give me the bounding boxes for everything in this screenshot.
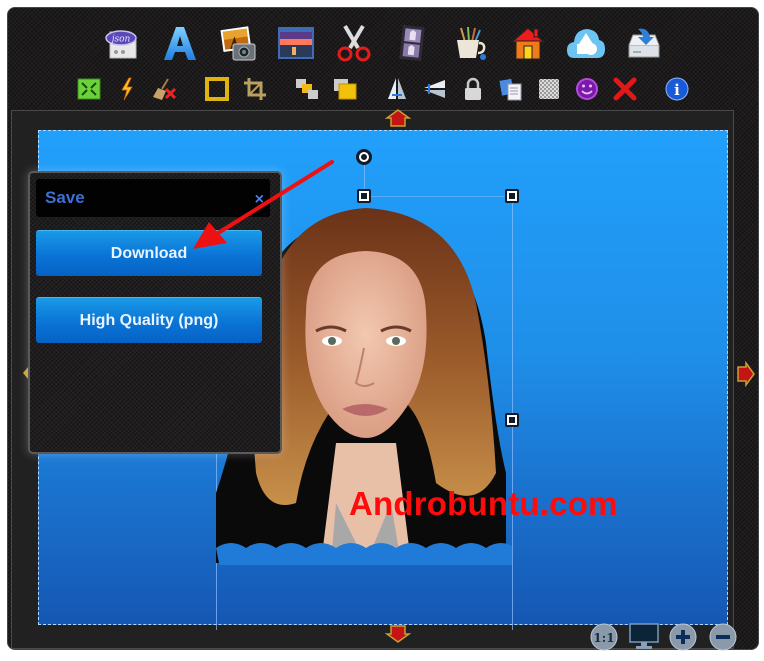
actual-size-button[interactable]: 1:1 <box>589 622 619 652</box>
shapes-button[interactable] <box>566 23 606 63</box>
flip-vertical-button[interactable] <box>422 76 448 102</box>
selection-guide-top <box>364 196 512 197</box>
resize-handle-top-right[interactable] <box>505 189 519 203</box>
lightning-icon <box>121 77 133 101</box>
save-panel-header: Save × <box>36 179 270 217</box>
add-photo-button[interactable] <box>218 23 258 63</box>
paint-brushes-icon <box>457 26 486 60</box>
full-screen-button[interactable] <box>628 622 660 652</box>
editor-window: json i Androbuntu.com Save × Download Hi… <box>7 7 759 652</box>
cut-button[interactable] <box>334 23 374 63</box>
monitor-icon <box>629 623 659 649</box>
emoji-button[interactable] <box>574 76 600 102</box>
filmstrip-icon <box>399 24 425 62</box>
flip-vertical-icon <box>424 80 445 98</box>
send-backward-button[interactable] <box>294 76 320 102</box>
text-icon <box>164 27 196 60</box>
save-button[interactable] <box>624 23 664 63</box>
expand-right-arrow-icon[interactable] <box>737 361 755 387</box>
zoom-out-button[interactable] <box>708 622 738 652</box>
info-icon: i <box>665 77 689 101</box>
cloud-shapes-icon <box>567 29 605 58</box>
clear-button[interactable] <box>152 76 178 102</box>
zoom-in-button[interactable] <box>668 622 698 652</box>
svg-text:json: json <box>110 35 131 45</box>
smiley-icon <box>576 78 598 100</box>
transparency-icon <box>539 79 559 99</box>
actual-size-icon: 1:1 <box>590 623 618 651</box>
info-button[interactable]: i <box>664 76 690 102</box>
crop-icon <box>244 78 266 100</box>
border-button[interactable] <box>204 76 230 102</box>
download-button[interactable]: Download <box>36 230 262 276</box>
home-icon <box>510 27 546 60</box>
delete-button[interactable] <box>612 76 638 102</box>
home-button[interactable] <box>508 23 548 63</box>
bring-forward-icon <box>334 79 357 100</box>
border-frame-icon <box>205 77 229 101</box>
transparency-button[interactable] <box>536 76 562 102</box>
delete-icon <box>613 77 637 101</box>
duplicate-icon <box>499 78 522 101</box>
duplicate-button[interactable] <box>498 76 524 102</box>
save-panel-title: Save <box>45 188 85 207</box>
paint-tools-button[interactable] <box>450 23 490 63</box>
expand-up-arrow-icon[interactable] <box>385 109 411 127</box>
resize-handle-top-left[interactable] <box>357 189 371 203</box>
primary-toolbar: json <box>7 21 759 65</box>
svg-text:i: i <box>674 81 680 99</box>
save-tray-icon <box>628 28 660 58</box>
send-backward-icon <box>296 79 318 99</box>
rotate-handle[interactable] <box>356 149 372 165</box>
json-button[interactable]: json <box>102 23 142 63</box>
photo-camera-icon <box>220 26 256 61</box>
json-icon: json <box>105 30 137 59</box>
save-panel: Save × Download High Quality (png) <box>28 171 282 454</box>
bring-forward-button[interactable] <box>332 76 358 102</box>
watermark-text: Androbuntu.com <box>349 485 618 522</box>
background-image-icon <box>278 27 314 59</box>
secondary-toolbar: i <box>7 75 759 103</box>
scissors-icon <box>337 24 371 62</box>
flip-horizontal-button[interactable] <box>384 76 410 102</box>
effects-button[interactable] <box>114 76 140 102</box>
filmstrip-button[interactable] <box>392 23 432 63</box>
expand-down-arrow-icon[interactable] <box>385 625 411 643</box>
close-icon[interactable]: × <box>255 192 264 208</box>
zoom-in-icon <box>669 623 697 651</box>
high-quality-png-button[interactable]: High Quality (png) <box>36 297 262 343</box>
add-text-button[interactable] <box>160 23 200 63</box>
svg-text:1:1: 1:1 <box>593 631 614 645</box>
crop-button[interactable] <box>242 76 268 102</box>
fit-to-screen-button[interactable] <box>76 76 102 102</box>
lock-button[interactable] <box>460 76 486 102</box>
zoom-out-icon <box>709 623 737 651</box>
clear-broom-icon <box>153 78 177 100</box>
lock-icon <box>465 77 481 100</box>
background-button[interactable] <box>276 23 316 63</box>
resize-handle-right[interactable] <box>505 413 519 427</box>
fit-screen-icon <box>77 78 101 100</box>
flip-horizontal-icon <box>388 78 406 99</box>
